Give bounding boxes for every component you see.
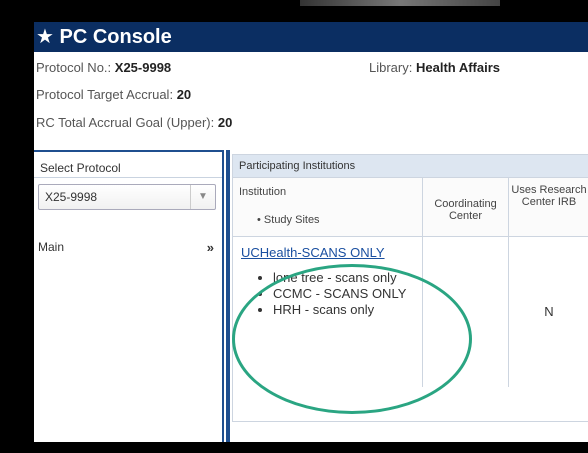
- institution-link[interactable]: UCHealth-SCANS ONLY: [241, 245, 385, 260]
- sidebar-item-label: Main: [38, 240, 65, 254]
- select-protocol-label: Select Protocol: [34, 152, 222, 178]
- chevron-down-icon[interactable]: ▼: [190, 185, 215, 209]
- selected-protocol: X25-9998: [45, 190, 98, 204]
- protocol-select[interactable]: X25-9998 ▼: [38, 184, 216, 210]
- study-site-item: lone tree - scans only: [273, 271, 423, 285]
- protocol-number: Protocol No.: X25-9998: [36, 60, 172, 75]
- library-info: Library: Health Affairs: [369, 60, 501, 75]
- photo-glare: [300, 0, 500, 6]
- column-header-institution: Institution • Study Sites: [233, 178, 423, 236]
- sidebar-item-main[interactable]: Main »: [38, 240, 216, 255]
- protocol-target-accrual: Protocol Target Accrual: 20: [36, 87, 192, 102]
- column-header-coordinating-center: Coordinating Center: [423, 178, 509, 236]
- panel-divider: [226, 150, 230, 442]
- protocol-sidebar: Select Protocol X25-9998 ▼ Main »: [34, 150, 224, 442]
- table-caption: Participating Institutions: [233, 155, 588, 178]
- column-header-study-sites: • Study Sites: [257, 214, 320, 226]
- table-row: UCHealth-SCANS ONLY lone tree - scans on…: [233, 237, 588, 387]
- column-header-uses-irb: Uses Research Center IRB: [511, 184, 587, 208]
- study-site-item: CCMC - SCANS ONLY: [273, 287, 423, 301]
- rc-total-accrual-goal: RC Total Accrual Goal (Upper): 20: [36, 115, 233, 130]
- table-header: Institution • Study Sites Coordinating C…: [233, 178, 588, 237]
- uses-irb-cell: N: [544, 304, 554, 319]
- star-icon: ★: [36, 26, 54, 48]
- photo-background-left: [0, 0, 34, 453]
- coordinating-center-cell: [423, 237, 509, 387]
- photo-background-bottom: [0, 442, 588, 453]
- page-title: PC Console: [59, 26, 172, 48]
- pc-console-window: ★ PC Console Protocol No.: X25-9998 Libr…: [34, 22, 588, 442]
- institution-cell: UCHealth-SCANS ONLY lone tree - scans on…: [233, 237, 423, 387]
- study-sites-list: lone tree - scans only CCMC - SCANS ONLY…: [255, 271, 423, 319]
- console-header: ★ PC Console: [34, 22, 588, 52]
- study-site-item: HRH - scans only: [273, 303, 423, 317]
- double-chevron-right-icon[interactable]: »: [207, 240, 214, 255]
- participating-institutions-table: Participating Institutions Institution •…: [232, 154, 588, 422]
